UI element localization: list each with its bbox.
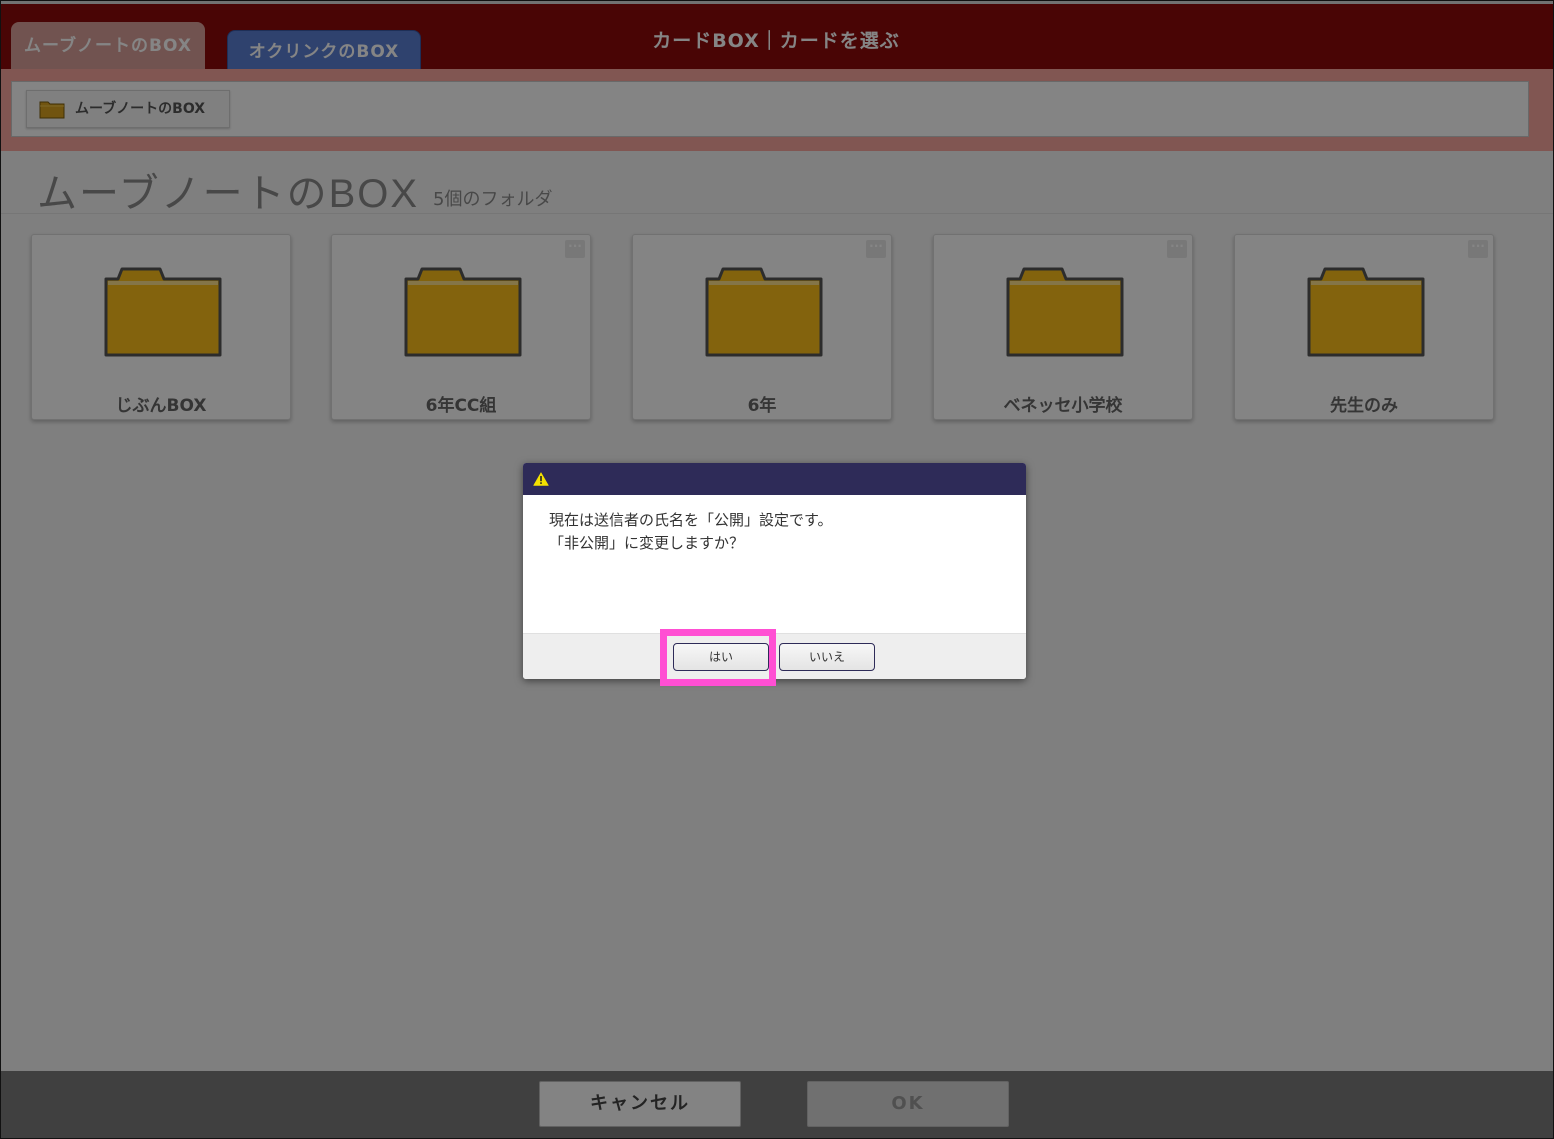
dialog-header: [523, 463, 1026, 495]
dialog-footer: はい いいえ: [523, 633, 1026, 679]
app-window: ムーブノートのBOX オクリンクのBOX カードBOX｜カードを選ぶ ムーブノー…: [0, 0, 1554, 1139]
dialog-message: 現在は送信者の氏名を「公開」設定です。 「非公開」に変更しますか？: [549, 509, 833, 555]
no-button[interactable]: いいえ: [779, 643, 875, 671]
yes-button[interactable]: はい: [673, 643, 769, 671]
warning-icon: [533, 472, 549, 486]
confirm-dialog: 現在は送信者の氏名を「公開」設定です。 「非公開」に変更しますか？ はい いいえ: [523, 463, 1026, 679]
dialog-message-line: 現在は送信者の氏名を「公開」設定です。: [549, 511, 833, 529]
dialog-message-line: 「非公開」に変更しますか？: [549, 534, 745, 552]
